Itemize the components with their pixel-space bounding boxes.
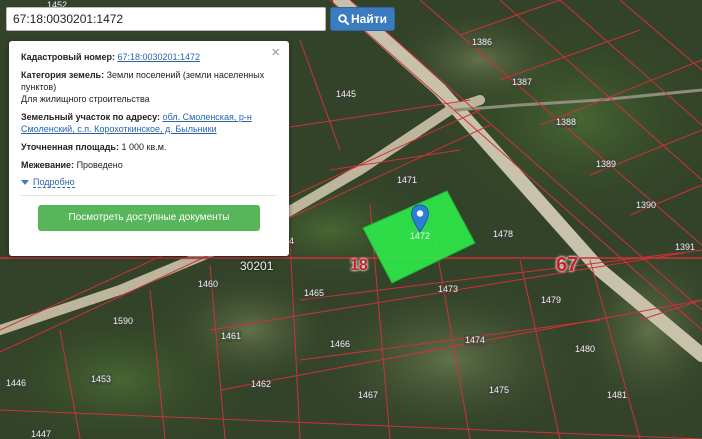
parcel-label: 4 [288,236,296,247]
land-category-row: Категория земель: Земли поселений (земли… [21,69,277,105]
parcel-label: 1471 [396,175,419,186]
region-label: 67 [556,254,579,276]
search-input[interactable]: 67:18:0030201:1472 [6,7,326,31]
address-label: Земельный участок по адресу: [21,112,161,122]
survey-row: Межевание: Проведено [21,159,277,171]
parcel-label: 1590 [112,316,135,327]
parcel-label: 1466 [329,339,352,350]
parcel-info-popup: × Кадастровый номер: 67:18:0030201:1472 … [9,41,289,256]
cadastral-number-label: Кадастровый номер: [21,52,115,62]
map-pin-icon[interactable] [410,204,430,234]
parcel-label: 1473 [437,284,460,295]
area-value: 1 000 кв.м. [121,142,167,152]
parcel-label: 1445 [335,89,358,100]
parcel-label: 1388 [555,117,578,128]
parcel-label: 1462 [250,379,273,390]
parcel-label: 1478 [492,229,515,240]
land-usage-value: Для жилищного строительства [21,94,150,104]
parcel-label: 1480 [574,344,597,355]
parcel-label: 1481 [606,390,629,401]
parcel-label: 1467 [357,390,380,401]
parcel-label: 1446 [5,378,28,389]
parcel-label: 1474 [464,335,487,346]
land-category-label: Категория земель: [21,70,105,80]
details-toggle[interactable]: Подробно [21,177,277,188]
parcel-label: 1479 [540,295,563,306]
parcel-label: 1389 [595,159,618,170]
view-documents-button[interactable]: Посмотреть доступные документы [38,205,260,231]
area-row: Уточненная площадь: 1 000 кв.м. [21,141,277,153]
parcel-label: 1391 [674,242,697,253]
address-row: Земельный участок по адресу: обл. Смолен… [21,111,277,135]
triangle-down-icon [21,180,29,185]
cadastral-number-link[interactable]: 67:18:0030201:1472 [117,52,200,62]
district-label: 18 [350,257,368,274]
parcel-label: 1453 [90,374,113,385]
parcel-label: 1386 [471,37,494,48]
divider [21,195,277,196]
search-button[interactable]: Найти [330,7,395,31]
parcel-label: 1390 [635,200,658,211]
survey-label: Межевание: [21,160,75,170]
survey-value: Проведено [76,160,123,170]
close-icon[interactable]: × [271,45,280,60]
area-label: Уточненная площадь: [21,142,119,152]
details-toggle-label: Подробно [33,177,75,188]
parcel-label: 1387 [511,77,534,88]
parcel-label: 1460 [197,279,220,290]
parcel-label: 1475 [488,385,511,396]
parcel-label: 1447 [30,429,53,439]
search-icon [338,14,349,25]
parcel-label: 1461 [220,331,243,342]
cadastral-number-row: Кадастровый номер: 67:18:0030201:1472 [21,51,277,63]
cadastral-quarter-label: 30201 [240,259,274,273]
search-button-label: Найти [351,12,387,26]
parcel-label: 1465 [303,288,326,299]
